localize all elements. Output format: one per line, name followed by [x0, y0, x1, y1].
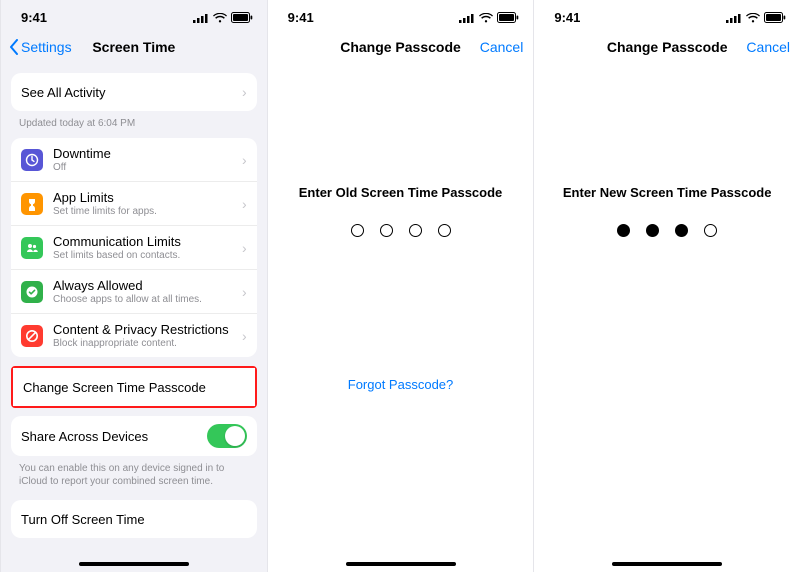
row-content-privacy[interactable]: Content & Privacy Restrictions Block ina… [11, 313, 257, 357]
row-label: App Limits [53, 190, 236, 205]
chevron-right-icon: › [242, 240, 247, 256]
battery-icon [497, 12, 519, 23]
status-icons [193, 12, 253, 23]
phone-old-passcode: 9:41 Change Passcode Cancel Enter Old Sc… [267, 0, 534, 572]
chevron-right-icon: › [242, 152, 247, 168]
passcode-dots [534, 224, 800, 237]
row-sub: Set limits based on contacts. [53, 250, 236, 261]
row-label: See All Activity [21, 85, 236, 100]
forgot-passcode-link[interactable]: Forgot Passcode? [268, 377, 534, 392]
row-share-across-devices[interactable]: Share Across Devices [11, 416, 257, 456]
updated-footer: Updated today at 6:04 PM [1, 111, 267, 130]
passcode-dots [268, 224, 534, 237]
status-icons [726, 12, 786, 23]
status-time: 9:41 [554, 10, 580, 25]
wifi-icon [746, 13, 760, 23]
toggle-share-devices[interactable] [207, 424, 247, 448]
app-limits-icon [21, 193, 43, 215]
row-communication-limits[interactable]: Communication Limits Set limits based on… [11, 225, 257, 269]
row-downtime[interactable]: Downtime Off › [11, 138, 257, 181]
row-label: Communication Limits [53, 234, 236, 249]
row-sub: Set time limits for apps. [53, 206, 236, 217]
group-share-devices: Share Across Devices [11, 416, 257, 456]
passcode-prompt: Enter New Screen Time Passcode [534, 185, 800, 200]
passcode-dot [380, 224, 393, 237]
passcode-dot [704, 224, 717, 237]
share-footer: You can enable this on any device signed… [1, 456, 267, 488]
nav-bar: Settings Screen Time [1, 29, 267, 65]
always-allowed-icon [21, 281, 43, 303]
chevron-right-icon: › [242, 284, 247, 300]
phone-screen-time: 9:41 Settings Screen Time See All Activi… [0, 0, 267, 572]
row-sub: Block inappropriate content. [53, 338, 236, 349]
status-time: 9:41 [21, 10, 47, 25]
row-sub: Choose apps to allow at all times. [53, 294, 236, 305]
status-bar: 9:41 [268, 0, 534, 29]
passcode-dot [438, 224, 451, 237]
chevron-right-icon: › [242, 84, 247, 100]
back-button[interactable]: Settings [9, 29, 72, 65]
chevron-left-icon [9, 39, 19, 55]
phone-new-passcode: 9:41 Change Passcode Cancel Enter New Sc… [533, 0, 800, 572]
group-limits: Downtime Off › App Limits Set time limit… [11, 138, 257, 357]
row-sub: Off [53, 162, 236, 173]
passcode-dot [617, 224, 630, 237]
cancel-label: Cancel [746, 39, 790, 55]
row-always-allowed[interactable]: Always Allowed Choose apps to allow at a… [11, 269, 257, 313]
row-label: Downtime [53, 146, 236, 161]
page-title: Screen Time [92, 39, 175, 55]
chevron-right-icon: › [242, 328, 247, 344]
wifi-icon [213, 13, 227, 23]
passcode-dot [409, 224, 422, 237]
row-label: Turn Off Screen Time [21, 512, 145, 527]
row-label: Share Across Devices [21, 429, 207, 444]
nav-bar: Change Passcode Cancel [534, 29, 800, 65]
passcode-dot [351, 224, 364, 237]
cancel-button[interactable]: Cancel [746, 29, 790, 65]
group-turn-off: Turn Off Screen Time [11, 500, 257, 538]
row-change-passcode[interactable]: Change Screen Time Passcode [13, 368, 255, 406]
chevron-right-icon: › [242, 196, 247, 212]
back-label: Settings [21, 39, 72, 55]
home-indicator[interactable] [79, 562, 189, 566]
battery-icon [764, 12, 786, 23]
row-label: Change Screen Time Passcode [23, 380, 206, 395]
content-privacy-icon [21, 325, 43, 347]
battery-icon [231, 12, 253, 23]
nav-bar: Change Passcode Cancel [268, 29, 534, 65]
row-label: Content & Privacy Restrictions [53, 322, 236, 337]
highlight-change-passcode: Change Screen Time Passcode [11, 366, 257, 408]
page-title: Change Passcode [340, 39, 461, 55]
cellular-icon [459, 13, 475, 23]
cancel-label: Cancel [480, 39, 524, 55]
cancel-button[interactable]: Cancel [480, 29, 524, 65]
row-label: Always Allowed [53, 278, 236, 293]
passcode-dot [675, 224, 688, 237]
settings-scroll[interactable]: See All Activity › Updated today at 6:04… [1, 65, 267, 572]
home-indicator[interactable] [612, 562, 722, 566]
status-time: 9:41 [288, 10, 314, 25]
cellular-icon [726, 13, 742, 23]
passcode-dot [646, 224, 659, 237]
group-activity: See All Activity › [11, 73, 257, 111]
passcode-prompt: Enter Old Screen Time Passcode [268, 185, 534, 200]
status-icons [459, 12, 519, 23]
page-title: Change Passcode [607, 39, 728, 55]
row-see-all-activity[interactable]: See All Activity › [11, 73, 257, 111]
cellular-icon [193, 13, 209, 23]
row-app-limits[interactable]: App Limits Set time limits for apps. › [11, 181, 257, 225]
status-bar: 9:41 [1, 0, 267, 29]
wifi-icon [479, 13, 493, 23]
downtime-icon [21, 149, 43, 171]
home-indicator[interactable] [346, 562, 456, 566]
communication-limits-icon [21, 237, 43, 259]
status-bar: 9:41 [534, 0, 800, 29]
row-turn-off[interactable]: Turn Off Screen Time [11, 500, 257, 538]
